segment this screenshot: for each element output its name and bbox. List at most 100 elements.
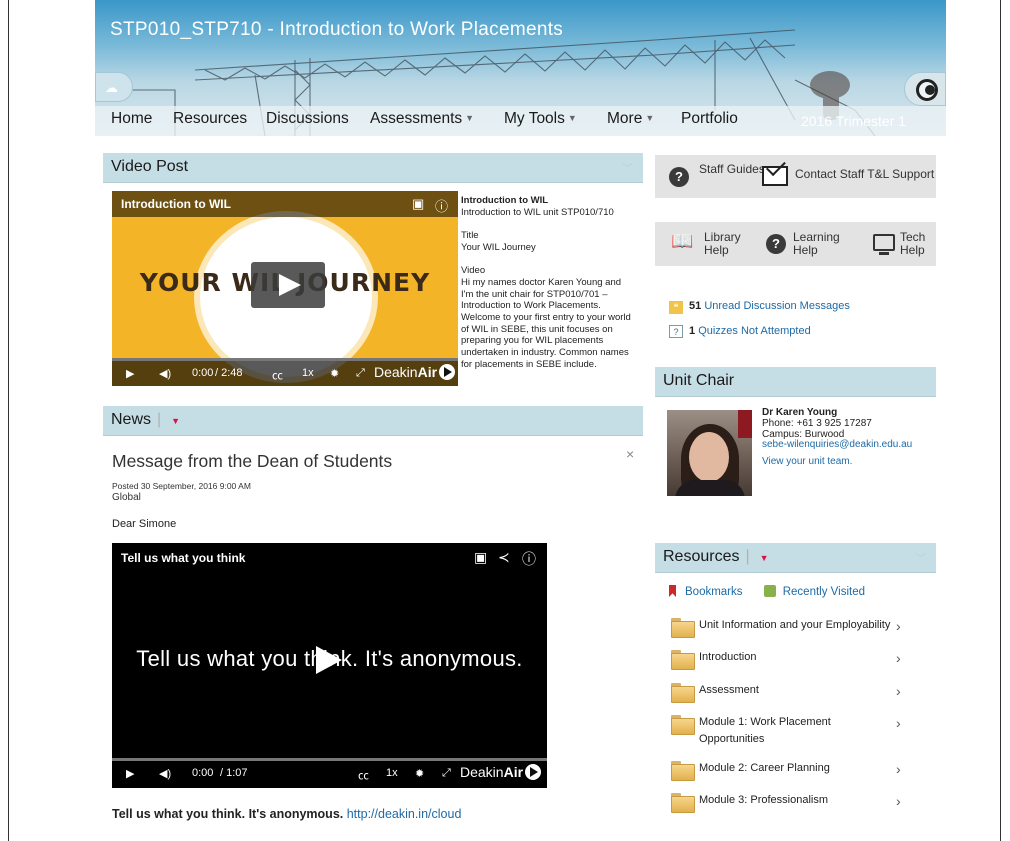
play-button[interactable] [251, 262, 325, 308]
description-title-label: Title [461, 230, 479, 242]
description-subheading: Introduction to WIL unit STP010/710 [461, 206, 614, 218]
camera-icon[interactable]: ▣ [412, 196, 424, 212]
contact-support-link[interactable]: Contact Staff T&L Support [795, 168, 934, 181]
unit-chair-header: Unit Chair [655, 367, 936, 397]
learning-help-link[interactable]: Learning Help [793, 231, 845, 257]
video-controls: ▶ ◀) 0:00 / 1:07 ㏄ 1x ✹ ⤢ DeakinAir [112, 758, 547, 788]
fullscreen-icon[interactable]: ⤢ [442, 767, 451, 780]
unit-team-link[interactable]: View your unit team. [762, 456, 852, 467]
play-circle-icon [525, 764, 542, 780]
volume-icon[interactable]: ◀) [159, 767, 171, 780]
speed-label[interactable]: 1x [386, 767, 398, 779]
tech-help-link[interactable]: Tech Help [900, 231, 930, 257]
nav-home[interactable]: Home [111, 110, 152, 128]
nav-more[interactable]: More ▼ [607, 110, 654, 128]
page-border-right [1000, 0, 1001, 841]
course-banner: STP010_STP710 - Introduction to Work Pla… [95, 0, 946, 136]
chevron-right-icon: › [896, 761, 901, 777]
page-border-left [8, 0, 9, 841]
chevron-down-icon[interactable]: ▼ [760, 553, 769, 563]
cloud-icon: ☁ [105, 80, 118, 95]
folder-icon [671, 792, 695, 813]
feedback-text: Tell us what you think. It's anonymous. [112, 807, 344, 821]
progress-bar[interactable] [112, 758, 547, 761]
quiz-icon: ? [669, 325, 683, 338]
monitor-icon [873, 234, 895, 255]
nav-my-tools[interactable]: My Tools ▼ [504, 110, 577, 128]
chevron-down-icon: ▼ [645, 113, 655, 123]
recent-icon [763, 585, 776, 597]
video-titlebar: Introduction to WIL ▣ ⓘ [112, 191, 458, 217]
video-player-feedback[interactable]: Tell us what you think ▣ ≺ ⓘ Tell us wha… [112, 543, 547, 788]
panel-title: Resources | ▼ [663, 548, 769, 565]
feedback-line: Tell us what you think. It's anonymous. … [112, 807, 461, 821]
unread-messages[interactable]: ❝ 51 Unread Discussion Messages [669, 300, 850, 314]
nav-portfolio[interactable]: Portfolio [681, 110, 738, 128]
folder-icon [671, 714, 695, 735]
time-current: 0:00 [192, 367, 214, 379]
unit-chair-details: Dr Karen Young Phone: +61 3 925 17287 Ca… [762, 407, 912, 468]
info-icon[interactable]: ⓘ [522, 549, 536, 569]
fullscreen-icon[interactable]: ⤢ [356, 367, 365, 380]
play-circle-icon [439, 364, 456, 380]
chevron-down-icon: ▼ [567, 113, 577, 123]
play-icon[interactable]: ▶ [126, 367, 134, 380]
feedback-link[interactable]: http://deakin.in/cloud [347, 807, 462, 821]
info-icon[interactable]: ⓘ [435, 196, 448, 215]
time-total: / 1:07 [220, 767, 248, 779]
quizzes-not-attempted[interactable]: ? 1 Quizzes Not Attempted [669, 325, 811, 338]
panel-title: News | ▼ [111, 411, 181, 428]
close-icon[interactable]: × [626, 446, 634, 462]
settings-icon[interactable]: ✹ [415, 767, 424, 780]
library-help-link[interactable]: Library Help [704, 231, 746, 257]
nav-resources[interactable]: Resources [173, 110, 247, 128]
description-title-value: Your WIL Journey [461, 241, 536, 253]
panel-title: Video Post [111, 158, 189, 175]
chair-phone: Phone: +61 3 925 17287 [762, 417, 872, 429]
toggle-icon [916, 79, 938, 101]
description-body: Hi my names doctor Karen Young and I'm t… [461, 276, 631, 370]
chair-name: Dr Karen Young [762, 407, 838, 418]
deakin-air-logo: DeakinAir [460, 764, 542, 780]
settings-icon[interactable]: ✹ [330, 367, 339, 380]
chair-email-link[interactable]: sebe-wilenquiries@deakin.edu.au [762, 439, 912, 450]
cloud-button[interactable]: ☁ [95, 72, 133, 102]
camera-icon[interactable]: ▣ [474, 549, 487, 566]
staff-guides-link[interactable]: Staff Guides [699, 163, 765, 176]
bookmark-icon [669, 585, 676, 597]
recently-visited-tab[interactable]: Recently Visited [763, 585, 865, 598]
nav-assessments[interactable]: Assessments ▼ [370, 110, 474, 128]
chevron-right-icon: › [896, 793, 901, 809]
bookmarks-tab[interactable]: Bookmarks [669, 585, 743, 598]
cc-icon[interactable]: ㏄ [272, 367, 283, 383]
chevron-right-icon: › [896, 650, 901, 666]
panel-title: Unit Chair [663, 372, 735, 389]
chevron-down-icon[interactable]: ▼ [171, 416, 180, 426]
progress-bar[interactable] [112, 358, 458, 361]
view-toggle-button[interactable] [904, 72, 946, 106]
volume-icon[interactable]: ◀) [159, 367, 171, 380]
description-video-label: Video [461, 265, 486, 277]
resources-header: Resources | ▼ ﹀ [655, 543, 936, 573]
chevron-down-icon[interactable]: ﹀ [622, 160, 633, 176]
chevron-down-icon[interactable]: ﹀ [915, 550, 926, 566]
mail-icon [762, 166, 788, 186]
play-button[interactable] [316, 646, 342, 674]
course-title: STP010_STP710 - Introduction to Work Pla… [110, 19, 564, 40]
play-icon[interactable]: ▶ [126, 767, 134, 780]
folder-icon [671, 617, 695, 638]
chevron-right-icon: › [896, 618, 901, 634]
cc-icon[interactable]: ㏄ [358, 767, 369, 783]
course-homepage: STP010_STP710 - Introduction to Work Pla… [95, 0, 946, 841]
posted-date: Posted 30 September, 2016 9:00 AM [112, 481, 251, 491]
video-controls: ▶ ◀) 0:00 / 2:48 ㏄ 1x ✹ ⤢ DeakinAir [112, 358, 458, 386]
course-navbar: Home Resources Discussions Assessments ▼ … [95, 106, 946, 136]
chevron-down-icon: ▼ [465, 113, 475, 123]
term-label: 2016 Trimester 1 [801, 113, 907, 129]
share-icon[interactable]: ≺ [498, 549, 510, 566]
nav-discussions[interactable]: Discussions [266, 110, 349, 128]
video-title: Introduction to WIL [121, 197, 231, 211]
speed-label[interactable]: 1x [302, 367, 314, 379]
news-item-title[interactable]: Message from the Dean of Students [112, 451, 392, 472]
video-player-intro[interactable]: YOUR WIL JOURNEY Introduction to WIL ▣ ⓘ… [112, 191, 458, 386]
